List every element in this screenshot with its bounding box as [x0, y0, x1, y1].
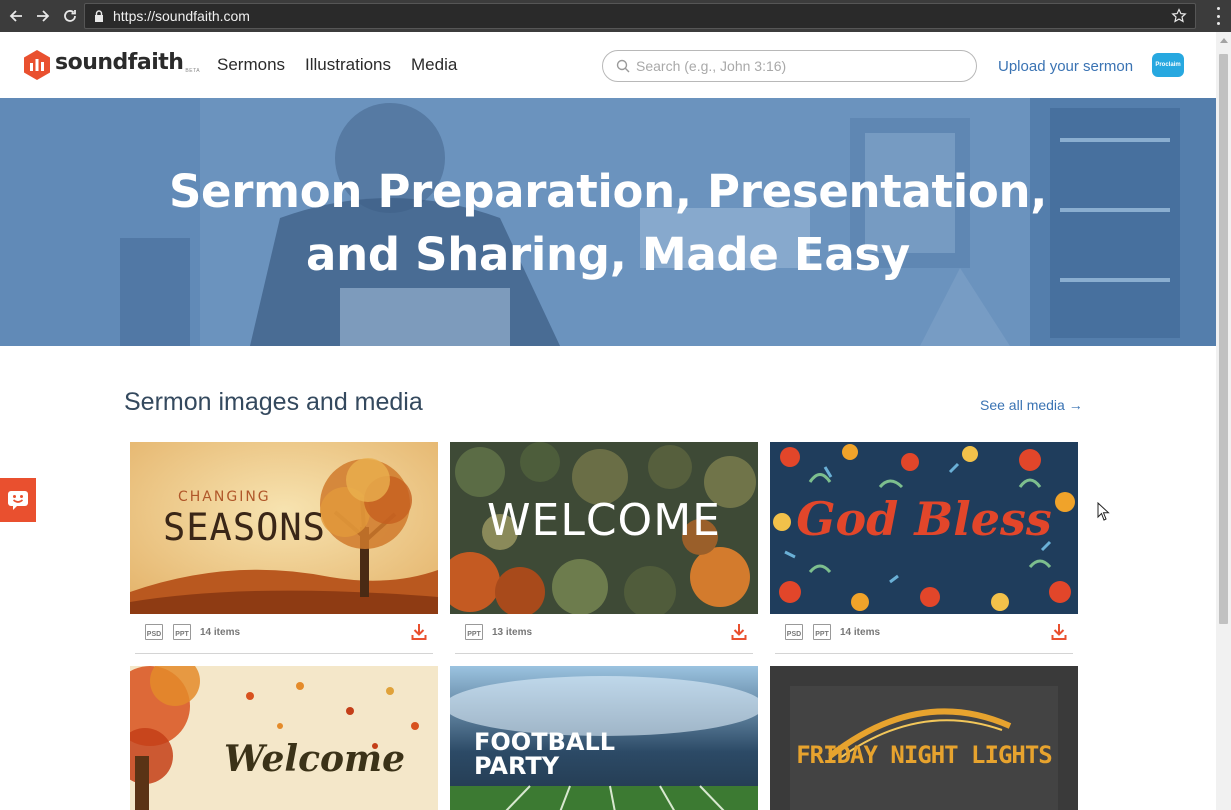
reload-button[interactable] — [59, 5, 81, 27]
ppt-file-icon: PPT — [465, 624, 483, 640]
proclaim-button[interactable]: Proclaim — [1152, 53, 1184, 77]
ppt-file-icon: PPT — [173, 624, 191, 640]
hero-banner: Sermon Preparation, Presentation, and Sh… — [0, 98, 1216, 346]
items-count: 13 items — [492, 627, 533, 638]
media-thumbnail[interactable]: FRIDAY NIGHT LIGHTS — [770, 666, 1078, 810]
friday-night-lights-artwork — [770, 666, 1078, 810]
nav-illustrations[interactable]: Illustrations — [305, 55, 391, 75]
nav-sermons[interactable]: Sermons — [217, 55, 285, 75]
hero-title: Sermon Preparation, Presentation, and Sh… — [0, 160, 1216, 286]
media-card-friday-night-lights[interactable]: FRIDAY NIGHT LIGHTS — [770, 666, 1078, 810]
section-title: Sermon images and media — [124, 388, 423, 416]
page-scrollbar[interactable] — [1216, 32, 1231, 810]
browser-menu-button[interactable] — [1217, 7, 1221, 25]
main-nav: Sermons Illustrations Media — [217, 55, 477, 75]
media-thumbnail[interactable]: WELCOME — [450, 442, 758, 614]
feedback-button[interactable] — [0, 478, 36, 522]
lock-icon — [95, 10, 103, 22]
card-meta: PSD PPT 14 items — [775, 614, 1073, 654]
media-card-welcome-autumn[interactable]: Welcome — [130, 666, 438, 810]
address-bar[interactable]: https://soundfaith.com — [84, 3, 1196, 29]
browser-toolbar: https://soundfaith.com — [0, 0, 1231, 32]
artwork-subtitle: CHANGING — [178, 489, 271, 505]
artwork-title: FRIDAY NIGHT LIGHTS — [796, 741, 1053, 769]
card-meta: PSD PPT 14 items — [135, 614, 433, 654]
media-card-god-bless[interactable]: God Bless PSD PPT 14 items — [770, 442, 1078, 654]
chat-smile-icon — [8, 491, 28, 510]
media-card-changing-seasons[interactable]: CHANGING SEASONS PSD PPT 14 items — [130, 442, 438, 654]
download-icon[interactable] — [731, 623, 747, 641]
download-icon[interactable] — [411, 623, 427, 641]
download-icon[interactable] — [1051, 623, 1067, 641]
artwork-title: FOOTBALL PARTY — [474, 730, 615, 778]
reload-icon — [64, 10, 76, 22]
arrow-right-icon — [37, 10, 50, 22]
artwork-title-line-1: FOOTBALL — [474, 728, 616, 756]
site-header: soundfaith BETA Sermons Illustrations Me… — [0, 32, 1216, 98]
scrollbar-thumb[interactable] — [1219, 54, 1228, 624]
psd-file-icon: PSD — [145, 624, 163, 640]
search-box[interactable] — [602, 50, 977, 82]
arrow-left-icon — [9, 10, 22, 22]
artwork-title: WELCOME — [487, 495, 721, 546]
artwork-title: God Bless — [796, 492, 1052, 546]
hero-title-line-2: and Sharing, Made Easy — [306, 228, 910, 281]
media-card-football-party[interactable]: FOOTBALL PARTY — [450, 666, 758, 810]
beta-badge: BETA — [185, 68, 201, 74]
media-card-welcome[interactable]: WELCOME PPT 13 items — [450, 442, 758, 654]
star-icon[interactable] — [1171, 8, 1187, 24]
media-thumbnail[interactable]: Welcome — [130, 666, 438, 810]
artwork-title: SEASONS — [163, 506, 326, 549]
media-thumbnail[interactable]: CHANGING SEASONS — [130, 442, 438, 614]
search-input[interactable] — [636, 58, 956, 74]
artwork-title: Welcome — [224, 738, 406, 780]
page-viewport: soundfaith BETA Sermons Illustrations Me… — [0, 32, 1216, 810]
forward-button[interactable] — [32, 5, 54, 27]
items-count: 14 items — [200, 627, 241, 638]
artwork-title-line-2: PARTY — [474, 752, 560, 780]
items-count: 14 items — [840, 627, 881, 638]
logo-text: soundfaith — [55, 50, 184, 75]
soundfaith-logo-icon — [24, 50, 50, 80]
proclaim-label: Proclaim — [1155, 62, 1181, 68]
media-thumbnail[interactable]: FOOTBALL PARTY — [450, 666, 758, 810]
see-all-media-link[interactable]: See all media → — [980, 397, 1083, 413]
url-text: https://soundfaith.com — [113, 8, 250, 24]
ppt-file-icon: PPT — [813, 624, 831, 640]
search-icon — [616, 59, 630, 73]
mouse-cursor-icon — [1097, 502, 1110, 521]
site-logo[interactable]: soundfaith BETA — [24, 50, 200, 80]
media-thumbnail[interactable]: God Bless — [770, 442, 1078, 614]
back-button[interactable] — [5, 5, 27, 27]
nav-media[interactable]: Media — [411, 55, 457, 75]
card-meta: PPT 13 items — [455, 614, 753, 654]
psd-file-icon: PSD — [785, 624, 803, 640]
hero-title-line-1: Sermon Preparation, Presentation, — [168, 165, 1048, 218]
upload-sermon-link[interactable]: Upload your sermon — [998, 58, 1133, 75]
scroll-up-arrow-icon[interactable] — [1220, 38, 1228, 43]
